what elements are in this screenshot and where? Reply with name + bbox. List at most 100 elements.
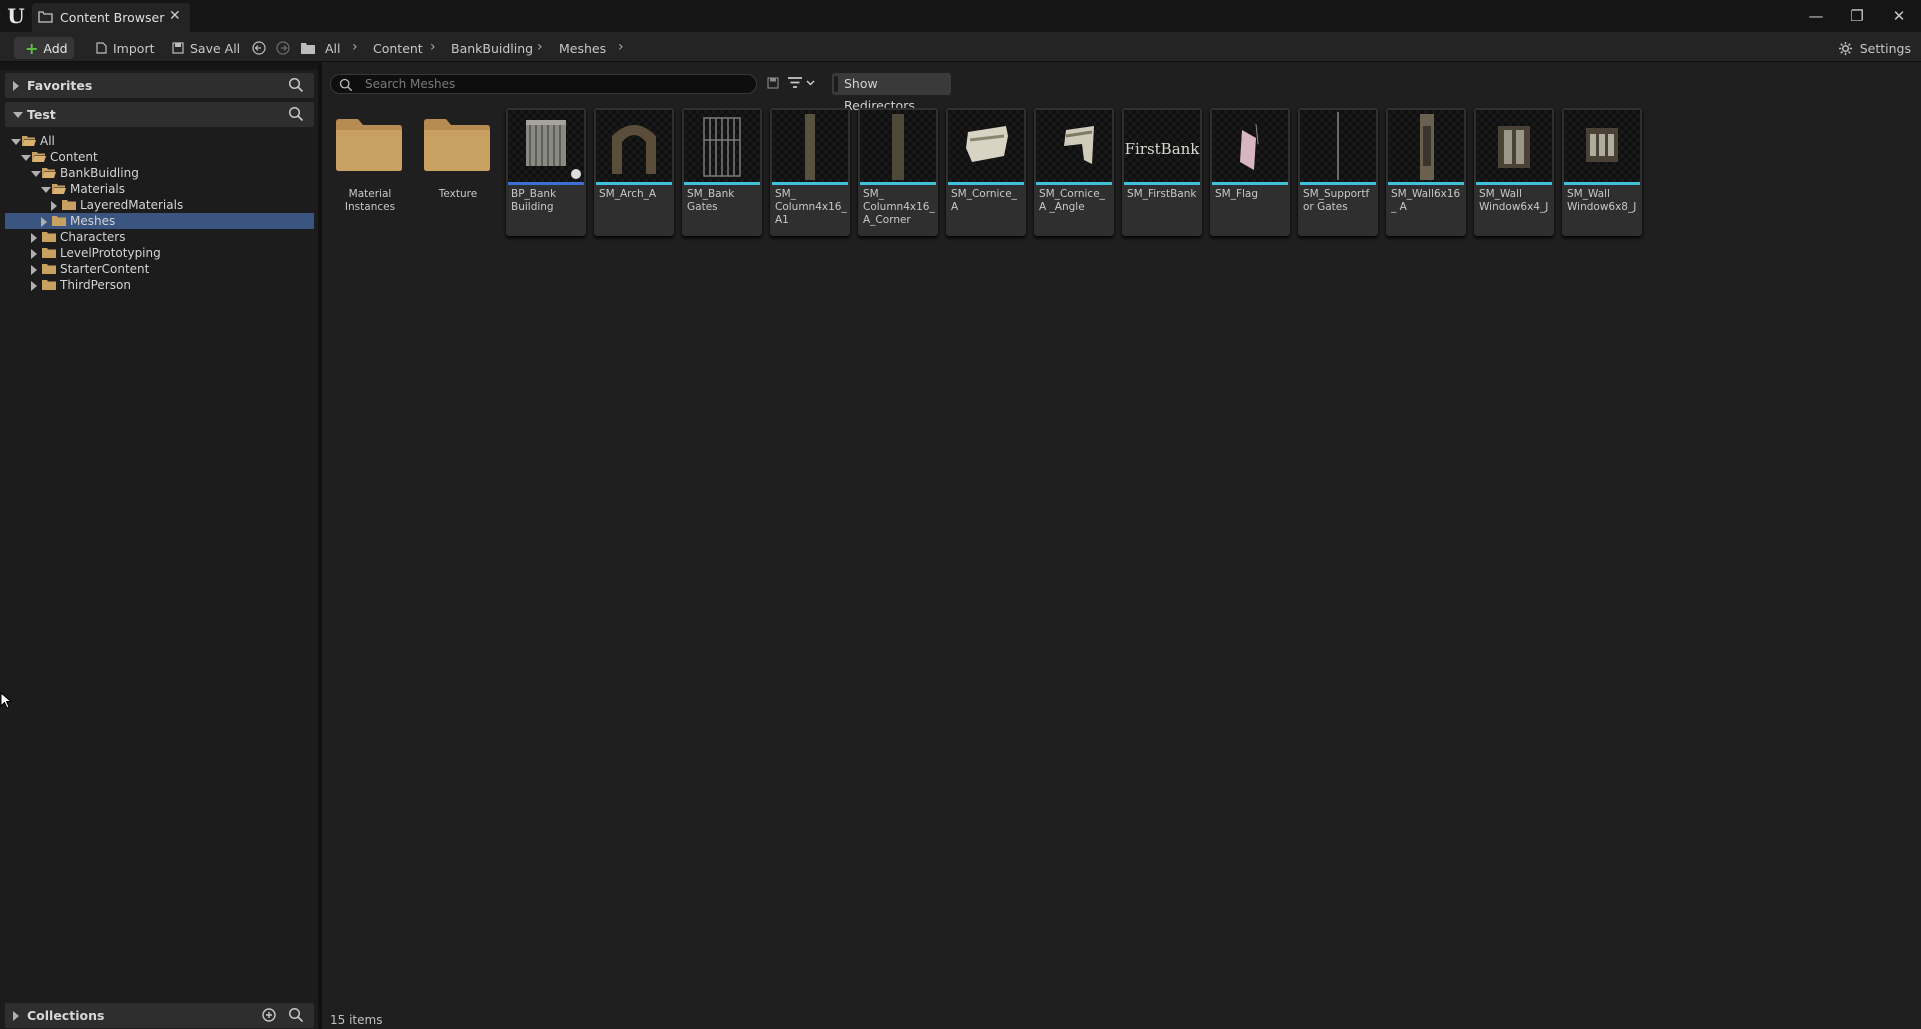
search-placeholder: Search Meshes — [365, 77, 456, 91]
gear-icon — [1838, 41, 1852, 55]
asset-type-bar — [1476, 182, 1552, 185]
tab-content-browser[interactable]: Content Browser ✕ — [32, 3, 190, 32]
asset-tile[interactable]: SM_Wall Window6x4_J — [1474, 108, 1554, 236]
breadcrumb-content[interactable]: Content — [373, 37, 423, 59]
asset-tile[interactable]: SM_Supportfor Gates — [1298, 108, 1378, 236]
expand-arrow-icon[interactable] — [31, 249, 37, 259]
asset-type-bar — [860, 182, 936, 185]
import-button[interactable]: Import — [94, 37, 155, 59]
folder-tile[interactable]: Texture — [418, 108, 498, 236]
folder-icon — [422, 118, 492, 172]
collapse-arrow-icon[interactable] — [21, 155, 31, 161]
asset-type-bar — [1036, 182, 1112, 185]
collapse-arrow-icon[interactable] — [41, 187, 51, 193]
folder-icon — [41, 247, 57, 259]
expand-arrow-icon[interactable] — [31, 233, 37, 243]
asset-thumbnail — [1476, 110, 1552, 182]
save-search-icon[interactable] — [766, 76, 780, 90]
chevron-right-icon[interactable]: › — [352, 40, 358, 54]
asset-tile[interactable]: SM_Wall6x16_ A — [1386, 108, 1466, 236]
asset-name: SM_Wall6x16_ A — [1391, 188, 1461, 213]
folder-tile[interactable]: Material Instances — [330, 108, 410, 236]
collapse-arrow-icon[interactable] — [11, 139, 21, 145]
tab-close-icon[interactable]: ✕ — [169, 8, 181, 24]
tree-item-layeredmaterials[interactable]: LayeredMaterials — [5, 197, 314, 213]
collections-header[interactable]: Collections — [5, 1003, 314, 1028]
unreal-logo-icon: U — [7, 4, 25, 28]
folder-icon — [61, 199, 77, 211]
toolbar: + Add Import Save All All › Content › Ba… — [0, 32, 1921, 62]
tree-item-content[interactable]: Content — [5, 149, 314, 165]
asset-tile[interactable]: BP_Bank Building — [506, 108, 586, 236]
folder-tree: All Content BankBuidling Materials LayeredMa… — [5, 131, 314, 296]
tree-item-meshes[interactable]: Meshes — [5, 213, 314, 229]
breadcrumb-bankbuidling[interactable]: BankBuidling — [451, 37, 533, 59]
collapse-arrow-icon[interactable] — [31, 171, 41, 177]
tree-item-all[interactable]: All — [5, 133, 314, 149]
settings-button[interactable]: Settings — [1838, 37, 1911, 59]
asset-tile[interactable]: SM_Flag — [1210, 108, 1290, 236]
forward-arrow-icon — [276, 41, 290, 55]
search-input[interactable]: Search Meshes — [330, 74, 757, 94]
back-arrow-icon — [252, 41, 266, 55]
asset-name: SM_Cornice_A _Angle — [1039, 188, 1105, 213]
close-button[interactable]: ✕ — [1884, 4, 1914, 28]
asset-thumbnail — [1300, 110, 1376, 182]
asset-tile[interactable]: SM_ Column4x16_ A_Corner — [858, 108, 938, 236]
asset-tile[interactable]: SM_Bank Gates — [682, 108, 762, 236]
expand-arrow-icon[interactable] — [51, 201, 57, 211]
tree-item-characters[interactable]: Characters — [5, 229, 314, 245]
add-button[interactable]: + Add — [14, 37, 74, 59]
asset-view: Search Meshes Show Redirectors Material … — [322, 62, 1921, 1029]
breadcrumb-meshes[interactable]: Meshes — [559, 37, 606, 59]
chevron-right-icon[interactable]: › — [618, 40, 624, 54]
expand-arrow-icon[interactable] — [13, 1011, 19, 1021]
folder-browse-button[interactable] — [300, 37, 316, 59]
asset-tile[interactable]: SM_Wall Window6x8_J — [1562, 108, 1642, 236]
expand-arrow-icon[interactable] — [41, 217, 47, 227]
search-icon[interactable] — [288, 1007, 304, 1023]
tree-item-label: Materials — [70, 182, 126, 196]
filter-icon[interactable] — [786, 75, 818, 91]
expand-arrow-icon[interactable] — [13, 81, 19, 91]
minimize-button[interactable]: — — [1801, 4, 1831, 28]
asset-name: SM_Wall Window6x4_J — [1479, 188, 1549, 213]
chevron-right-icon[interactable]: › — [430, 40, 436, 54]
plus-icon: + — [25, 38, 39, 58]
favorites-header[interactable]: Favorites — [5, 73, 314, 98]
asset-name: SM_Wall Window6x8_J — [1567, 188, 1637, 213]
asset-name: SM_Supportfor Gates — [1303, 188, 1370, 213]
expand-arrow-icon[interactable] — [31, 265, 37, 275]
asset-tile[interactable]: SM_Cornice_A — [946, 108, 1026, 236]
tree-item-label: Characters — [60, 230, 126, 244]
history-forward-button[interactable] — [276, 37, 290, 59]
asset-tile[interactable]: SM_Cornice_A _Angle — [1034, 108, 1114, 236]
add-label: Add — [43, 40, 68, 56]
tree-item-label: LayeredMaterials — [80, 198, 184, 212]
asset-tile[interactable]: FirstBank SM_FirstBank — [1122, 108, 1202, 236]
tree-item-levelprototyping[interactable]: LevelPrototyping — [5, 245, 314, 261]
asset-thumbnail — [1564, 110, 1640, 182]
test-header[interactable]: Test — [5, 102, 314, 127]
expand-arrow-icon[interactable] — [31, 281, 37, 291]
search-icon[interactable] — [288, 77, 304, 93]
collapse-arrow-icon[interactable] — [13, 112, 23, 118]
tree-item-bankbuidling[interactable]: BankBuidling — [5, 165, 314, 181]
tree-item-startercontent[interactable]: StarterContent — [5, 261, 314, 277]
collections-label: Collections — [27, 1008, 105, 1023]
tree-item-materials[interactable]: Materials — [5, 181, 314, 197]
restore-button[interactable]: ❐ — [1842, 4, 1872, 28]
history-back-button[interactable] — [252, 37, 266, 59]
chevron-right-icon[interactable]: › — [537, 40, 543, 54]
folder-icon — [41, 231, 57, 243]
asset-tile[interactable]: SM_Arch_A — [594, 108, 674, 236]
asset-name: SM_Flag — [1215, 188, 1259, 200]
add-collection-icon[interactable] — [261, 1007, 277, 1023]
show-redirectors-toggle[interactable]: Show Redirectors — [832, 73, 951, 113]
asset-name: SM_ Column4x16_ A1 — [775, 188, 847, 226]
search-icon[interactable] — [288, 106, 304, 122]
tree-item-thirdperson[interactable]: ThirdPerson — [5, 277, 314, 293]
breadcrumb-all[interactable]: All — [325, 37, 341, 59]
asset-tile[interactable]: SM_ Column4x16_ A1 — [770, 108, 850, 236]
save-all-button[interactable]: Save All — [171, 37, 240, 59]
